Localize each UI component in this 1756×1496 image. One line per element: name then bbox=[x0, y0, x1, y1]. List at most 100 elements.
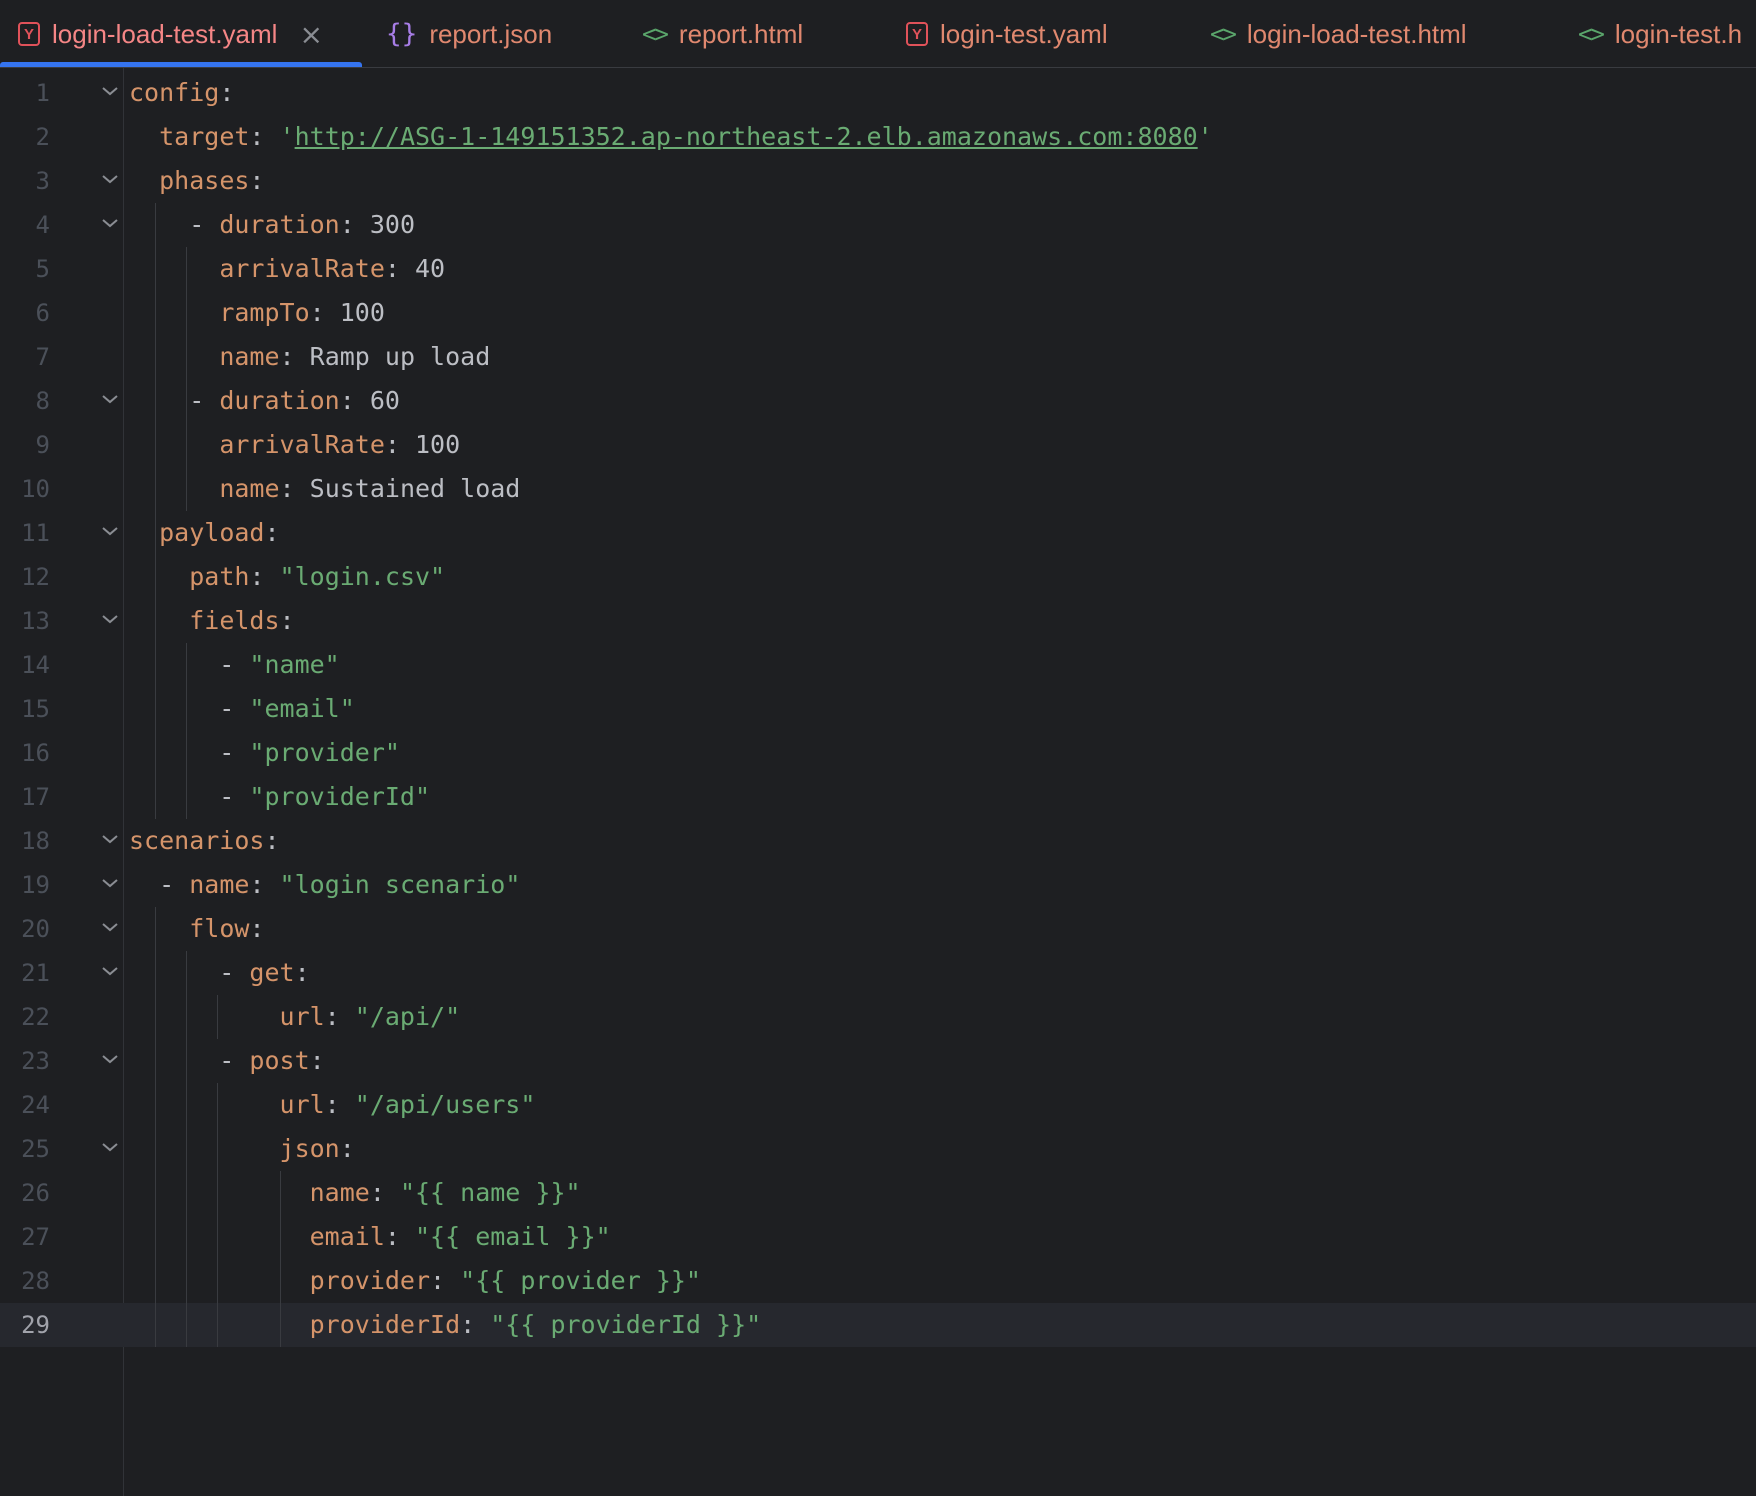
code-text: path: "login.csv" bbox=[129, 555, 445, 599]
code-line[interactable]: 14 - "name" bbox=[0, 643, 1756, 687]
indent-guide bbox=[155, 203, 156, 819]
close-icon[interactable]: × bbox=[299, 18, 322, 51]
html-file-icon: <> bbox=[1210, 20, 1237, 48]
yaml-text: : bbox=[324, 1002, 355, 1031]
yaml-string: ' bbox=[279, 122, 295, 151]
code-line[interactable]: 22 url: "/api/" bbox=[0, 995, 1756, 1039]
yaml-key: name bbox=[219, 342, 280, 371]
yaml-string: "provider" bbox=[249, 738, 400, 767]
tab-report-html[interactable]: <> report.html bbox=[642, 0, 803, 67]
line-number: 13 bbox=[21, 607, 50, 635]
code-line[interactable]: 26 name: "{{ name }}" bbox=[0, 1171, 1756, 1215]
tab-login-load-test-yaml[interactable]: Y login-load-test.yaml × bbox=[0, 0, 362, 67]
yaml-key: arrivalRate bbox=[219, 254, 385, 283]
code-line[interactable]: 2 target: 'http://ASG-1-149151352.ap-nor… bbox=[0, 115, 1756, 159]
fold-chevron-icon[interactable] bbox=[98, 79, 122, 103]
code-line[interactable]: 28 provider: "{{ provider }}" bbox=[0, 1259, 1756, 1303]
yaml-string: "{{ email }}" bbox=[415, 1222, 611, 1251]
yaml-text: 100 bbox=[415, 430, 461, 459]
yaml-text: 100 bbox=[339, 298, 385, 327]
yaml-file-icon: Y bbox=[906, 22, 928, 46]
code-line[interactable]: 23 - post: bbox=[0, 1039, 1756, 1083]
code-line[interactable]: 3 phases: bbox=[0, 159, 1756, 203]
yaml-string: "{{ provider }}" bbox=[460, 1266, 701, 1295]
yaml-text: - bbox=[129, 694, 250, 723]
line-number: 10 bbox=[21, 475, 50, 503]
yaml-key: get bbox=[249, 958, 295, 987]
yaml-key: json bbox=[279, 1134, 340, 1163]
code-line[interactable]: 18 scenarios: bbox=[0, 819, 1756, 863]
code-line[interactable]: 4 - duration: 300 bbox=[0, 203, 1756, 247]
yaml-text bbox=[129, 562, 189, 591]
code-line[interactable]: 21 - get: bbox=[0, 951, 1756, 995]
code-line[interactable]: 12 path: "login.csv" bbox=[0, 555, 1756, 599]
code-text: - name: "login scenario" bbox=[129, 863, 520, 907]
yaml-text: 300 bbox=[369, 210, 415, 239]
code-line[interactable]: 19 - name: "login scenario" bbox=[0, 863, 1756, 907]
fold-chevron-icon[interactable] bbox=[98, 1135, 122, 1159]
html-file-icon: <> bbox=[642, 20, 669, 48]
code-text: phases: bbox=[129, 159, 264, 203]
fold-chevron-icon[interactable] bbox=[98, 211, 122, 235]
yaml-key: flow bbox=[189, 914, 250, 943]
fold-chevron-icon[interactable] bbox=[98, 827, 122, 851]
fold-chevron-icon[interactable] bbox=[98, 387, 122, 411]
line-number: 14 bbox=[21, 651, 50, 679]
code-line[interactable]: 11 payload: bbox=[0, 511, 1756, 555]
fold-chevron-icon[interactable] bbox=[98, 1047, 122, 1071]
line-number: 18 bbox=[21, 827, 50, 855]
code-line[interactable]: 5 arrivalRate: 40 bbox=[0, 247, 1756, 291]
yaml-text: Ramp up load bbox=[309, 342, 491, 371]
yaml-text bbox=[129, 430, 219, 459]
yaml-text: : bbox=[384, 254, 415, 283]
code-line[interactable]: 13 fields: bbox=[0, 599, 1756, 643]
yaml-text: : bbox=[279, 342, 310, 371]
tab-login-test-yaml[interactable]: Y login-test.yaml bbox=[906, 0, 1108, 67]
fold-chevron-icon[interactable] bbox=[98, 519, 122, 543]
code-line[interactable]: 7 name: Ramp up load bbox=[0, 335, 1756, 379]
fold-chevron-icon[interactable] bbox=[98, 915, 122, 939]
yaml-text: - bbox=[129, 782, 250, 811]
code-text: arrivalRate: 100 bbox=[129, 423, 460, 467]
active-tab-indicator bbox=[0, 62, 362, 67]
code-line[interactable]: 15 - "email" bbox=[0, 687, 1756, 731]
yaml-text: : bbox=[264, 826, 280, 855]
code-line[interactable]: 16 - "provider" bbox=[0, 731, 1756, 775]
code-editor[interactable]: Y login-load-test.yaml × {} report.json … bbox=[0, 0, 1756, 1496]
yaml-text: : bbox=[339, 386, 370, 415]
code-line[interactable]: 29 providerId: "{{ providerId }}" bbox=[0, 1303, 1756, 1347]
yaml-text: : bbox=[219, 78, 235, 107]
yaml-text: : bbox=[249, 562, 280, 591]
yaml-key: fields bbox=[189, 606, 280, 635]
yaml-text: : bbox=[279, 474, 310, 503]
code-text: - post: bbox=[129, 1039, 324, 1083]
line-number: 2 bbox=[35, 123, 50, 151]
code-line[interactable]: 27 email: "{{ email }}" bbox=[0, 1215, 1756, 1259]
yaml-text: : bbox=[309, 298, 340, 327]
yaml-text bbox=[129, 1134, 280, 1163]
yaml-key: name bbox=[219, 474, 280, 503]
yaml-string: "/api/users" bbox=[354, 1090, 536, 1119]
code-line[interactable]: 1 config: bbox=[0, 71, 1756, 115]
code-text: email: "{{ email }}" bbox=[129, 1215, 611, 1259]
code-line[interactable]: 10 name: Sustained load bbox=[0, 467, 1756, 511]
code-line[interactable]: 25 json: bbox=[0, 1127, 1756, 1171]
line-number: 6 bbox=[35, 299, 50, 327]
code-line[interactable]: 20 flow: bbox=[0, 907, 1756, 951]
fold-chevron-icon[interactable] bbox=[98, 167, 122, 191]
fold-chevron-icon[interactable] bbox=[98, 871, 122, 895]
tab-login-load-test-html[interactable]: <> login-load-test.html bbox=[1210, 0, 1467, 67]
tab-login-test-html[interactable]: <> login-test.h bbox=[1578, 0, 1742, 67]
code-line[interactable]: 24 url: "/api/users" bbox=[0, 1083, 1756, 1127]
line-number: 26 bbox=[21, 1179, 50, 1207]
code-line[interactable]: 6 rampTo: 100 bbox=[0, 291, 1756, 335]
code-text: - "email" bbox=[129, 687, 354, 731]
html-file-icon: <> bbox=[1578, 20, 1605, 48]
code-line[interactable]: 9 arrivalRate: 100 bbox=[0, 423, 1756, 467]
code-line[interactable]: 8 - duration: 60 bbox=[0, 379, 1756, 423]
code-line[interactable]: 17 - "providerId" bbox=[0, 775, 1756, 819]
fold-chevron-icon[interactable] bbox=[98, 607, 122, 631]
yaml-key: phases bbox=[159, 166, 250, 195]
fold-chevron-icon[interactable] bbox=[98, 959, 122, 983]
tab-report-json[interactable]: {} report.json bbox=[386, 0, 552, 67]
